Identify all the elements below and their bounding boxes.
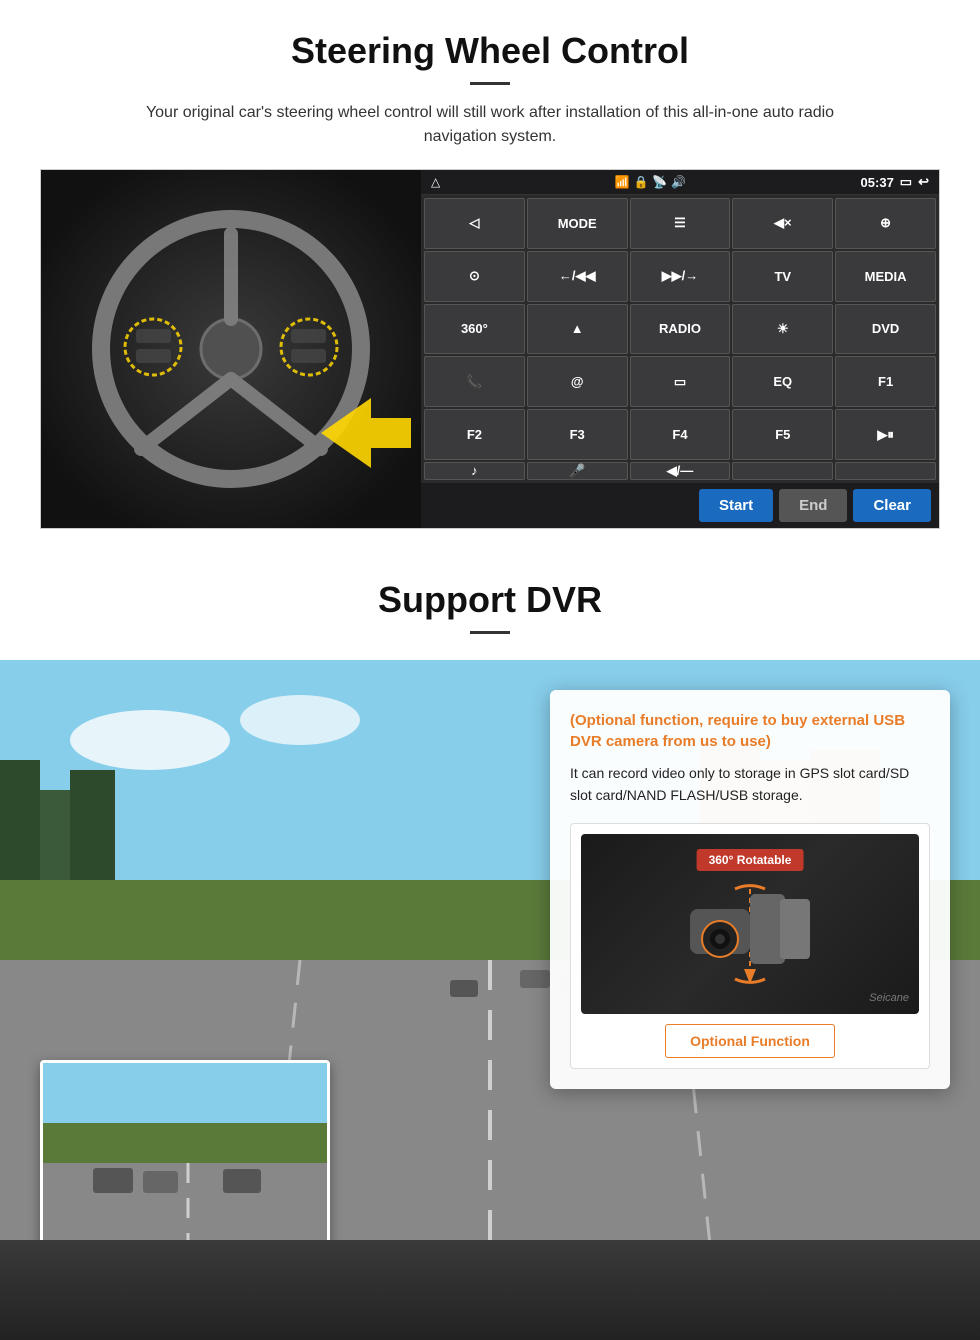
- btn-f5[interactable]: F5: [732, 409, 833, 460]
- btn-radio[interactable]: RADIO: [630, 304, 731, 355]
- title-divider: [470, 82, 510, 85]
- dvr-info-card: (Optional function, require to buy exter…: [550, 690, 950, 1089]
- btn-phone[interactable]: 📞: [424, 356, 525, 407]
- btn-brightness[interactable]: ☀: [732, 304, 833, 355]
- end-button[interactable]: End: [779, 489, 847, 522]
- btn-prev[interactable]: ←/◀◀: [527, 251, 628, 302]
- btn-360[interactable]: 360°: [424, 304, 525, 355]
- wifi-icon: 📶: [614, 175, 629, 189]
- btn-vol-down[interactable]: ◀/—: [630, 462, 731, 480]
- dvr-title: Support DVR: [40, 579, 940, 621]
- rotatable-badge: 360° Rotatable: [697, 849, 804, 871]
- btn-tv[interactable]: TV: [732, 251, 833, 302]
- dvr-section: Support DVR: [0, 549, 980, 1340]
- btn-eject[interactable]: ▲: [527, 304, 628, 355]
- dvr-photo-container: (Optional function, require to buy exter…: [0, 660, 980, 1340]
- dvr-camera-box: 360° Rotatable: [570, 823, 930, 1069]
- back-icon[interactable]: ↩: [918, 174, 929, 190]
- dvr-title-divider: [470, 631, 510, 634]
- btn-play-pause[interactable]: ▶⏸: [835, 409, 936, 460]
- btn-settings[interactable]: ⊙: [424, 251, 525, 302]
- dashboard-bar: [0, 1240, 980, 1340]
- btn-f1[interactable]: F1: [835, 356, 936, 407]
- time-display: 05:37: [861, 175, 894, 190]
- small-road-photo: [40, 1060, 330, 1260]
- sound-icon: 🔊: [671, 175, 686, 189]
- small-road-inner-bg: [43, 1063, 327, 1257]
- btn-mode[interactable]: MODE: [527, 198, 628, 249]
- btn-f2[interactable]: F2: [424, 409, 525, 460]
- steering-title: Steering Wheel Control: [40, 30, 940, 72]
- btn-empty1: [732, 462, 833, 480]
- dvr-description: It can record video only to storage in G…: [570, 762, 930, 807]
- steering-section: Steering Wheel Control Your original car…: [0, 0, 980, 549]
- btn-nav[interactable]: ◁: [424, 198, 525, 249]
- signal-icon: 📡: [652, 175, 667, 189]
- head-unit-panel: △ 📶 🔒 📡 🔊 05:37 ▭ ↩ ◁ MODE ☰: [421, 170, 939, 528]
- window-icon: ▭: [900, 174, 912, 190]
- start-button[interactable]: Start: [699, 489, 773, 522]
- btn-media[interactable]: MEDIA: [835, 251, 936, 302]
- steering-description: Your original car's steering wheel contr…: [110, 101, 870, 149]
- btn-browser[interactable]: @: [527, 356, 628, 407]
- action-row: Start End Clear: [421, 483, 939, 528]
- function-button-grid: ◁ MODE ☰ ◀× ⊕ ⊙ ←/◀◀ ▶▶/→ TV MEDIA 360° …: [421, 195, 939, 483]
- clear-button[interactable]: Clear: [853, 489, 931, 522]
- optional-function-button[interactable]: Optional Function: [665, 1024, 835, 1058]
- steering-photo: [41, 170, 421, 528]
- status-bar: △ 📶 🔒 📡 🔊 05:37 ▭ ↩: [421, 170, 939, 195]
- btn-screen[interactable]: ▭: [630, 356, 731, 407]
- watermark: Seicane: [869, 992, 909, 1004]
- btn-f3[interactable]: F3: [527, 409, 628, 460]
- arrow-graphic: [321, 398, 411, 468]
- steering-content-area: △ 📶 🔒 📡 🔊 05:37 ▭ ↩ ◁ MODE ☰: [40, 169, 940, 529]
- btn-eq[interactable]: EQ: [732, 356, 833, 407]
- dvr-camera-svg: [670, 869, 830, 999]
- lock-icon: 🔒: [633, 175, 648, 189]
- btn-apps[interactable]: ⊕: [835, 198, 936, 249]
- btn-mic[interactable]: 🎤: [527, 462, 628, 480]
- btn-menu[interactable]: ☰: [630, 198, 731, 249]
- btn-empty2: [835, 462, 936, 480]
- btn-f4[interactable]: F4: [630, 409, 731, 460]
- btn-mute[interactable]: ◀×: [732, 198, 833, 249]
- btn-next[interactable]: ▶▶/→: [630, 251, 731, 302]
- dvr-camera-visual: 360° Rotatable: [581, 834, 919, 1014]
- optional-title: (Optional function, require to buy exter…: [570, 710, 930, 752]
- btn-dvd[interactable]: DVD: [835, 304, 936, 355]
- home-icon[interactable]: △: [431, 175, 440, 189]
- dvr-title-area: Support DVR: [0, 549, 980, 660]
- btn-music[interactable]: ♪: [424, 462, 525, 480]
